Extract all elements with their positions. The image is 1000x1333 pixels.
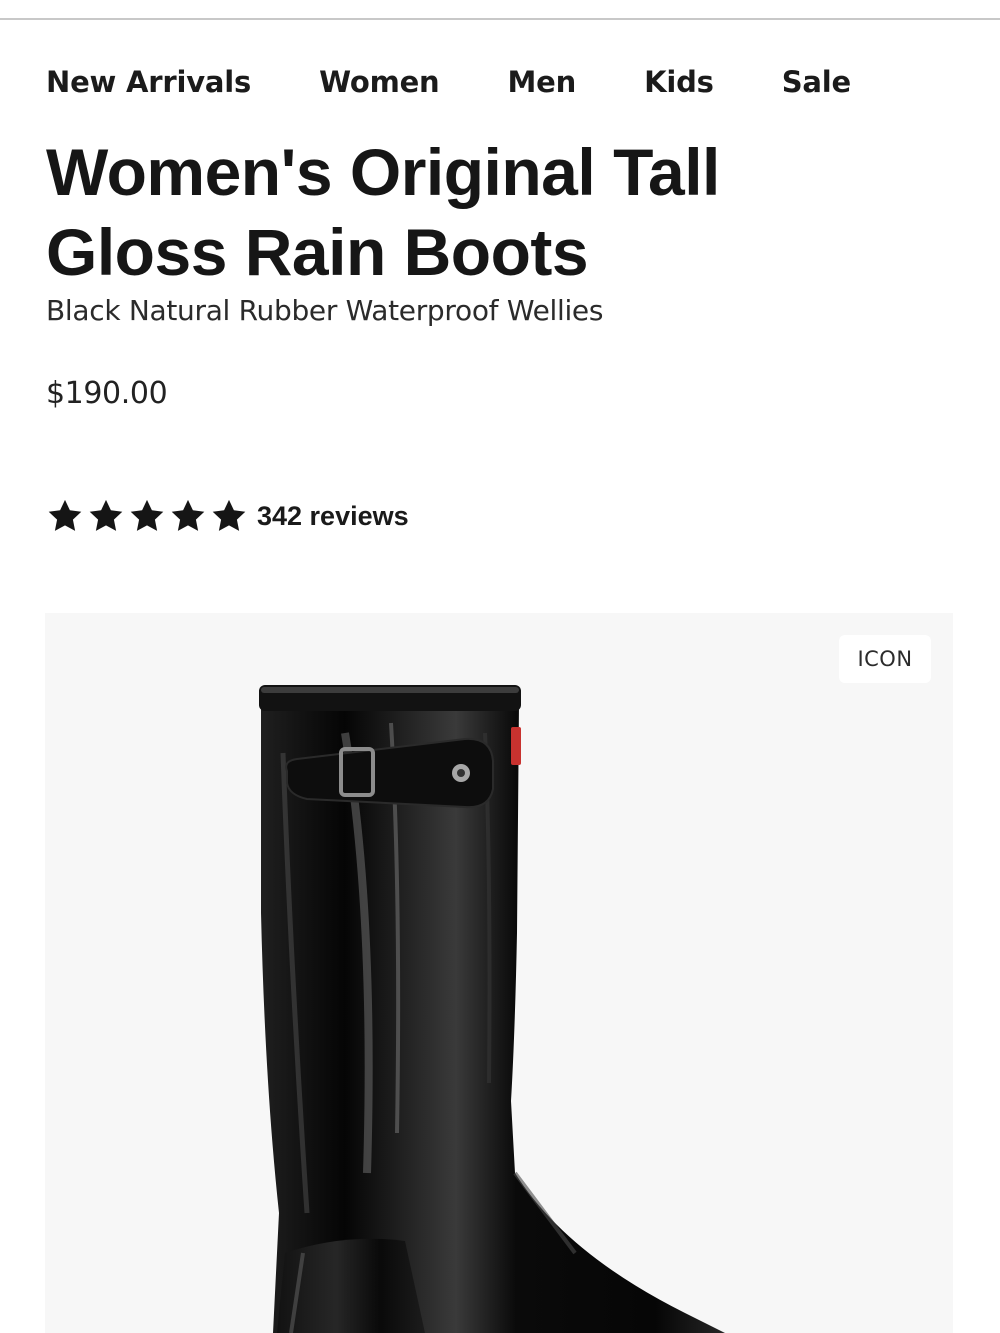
- nav-sale[interactable]: Sale: [782, 65, 851, 99]
- star-icon: [130, 499, 164, 531]
- icon-badge: ICON: [839, 635, 931, 683]
- top-divider: [0, 18, 1000, 20]
- product-price: $190.00: [46, 376, 168, 411]
- star-icon: [48, 499, 82, 531]
- product-title-area: Women's Original Tall Gloss Rain Boots: [0, 134, 1000, 294]
- star-icon: [212, 499, 246, 531]
- main-navigation: New Arrivals Women Men Kids Sale: [46, 60, 851, 104]
- product-subtitle: Black Natural Rubber Waterproof Wellies: [46, 294, 604, 327]
- boot-logo-tab: [511, 727, 521, 765]
- product-title: Women's Original Tall Gloss Rain Boots: [46, 135, 720, 289]
- nav-kids[interactable]: Kids: [644, 65, 714, 99]
- nav-women[interactable]: Women: [319, 65, 440, 99]
- star-rating: [46, 497, 251, 535]
- product-image-gallery[interactable]: ICON: [45, 613, 953, 1333]
- nav-men[interactable]: Men: [508, 65, 577, 99]
- boot-product-image[interactable]: [45, 613, 953, 1333]
- review-count-link[interactable]: 342 reviews: [257, 501, 409, 532]
- star-icon: [89, 499, 123, 531]
- star-icon: [171, 499, 205, 531]
- nav-new-arrivals[interactable]: New Arrivals: [46, 65, 251, 99]
- rating-summary[interactable]: 342 reviews: [46, 494, 409, 538]
